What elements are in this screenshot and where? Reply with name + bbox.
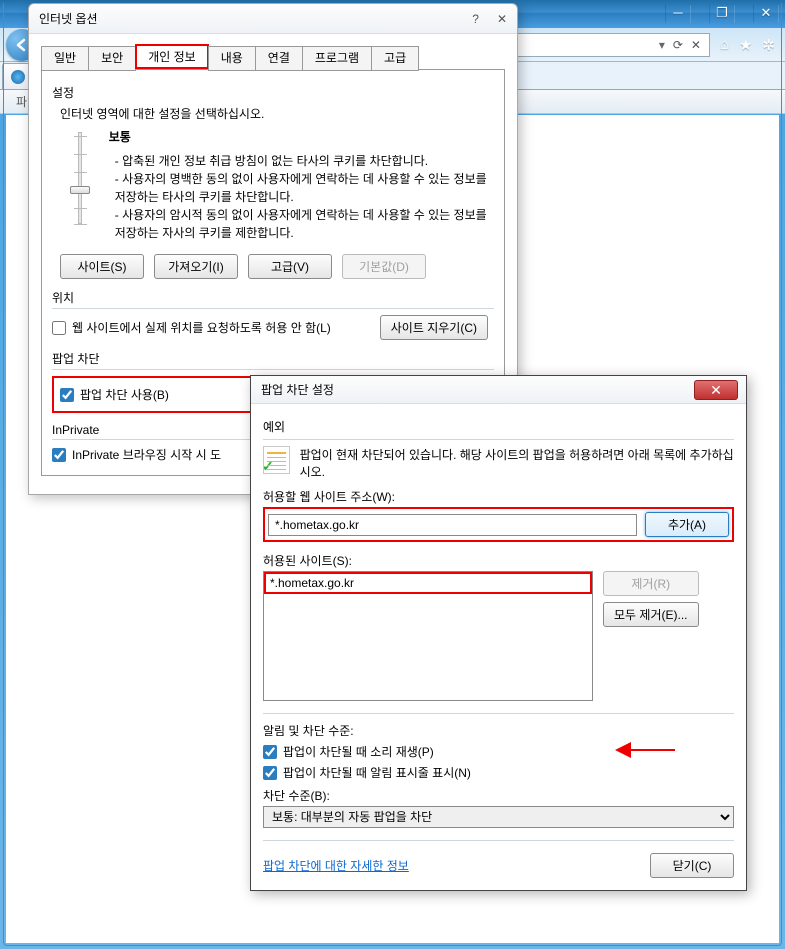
inprivate-checkbox-label: InPrivate 브라우징 시작 시 도 xyxy=(72,446,221,463)
import-button[interactable]: 가져오기(I) xyxy=(154,254,238,279)
location-checkbox[interactable] xyxy=(52,321,66,335)
exceptions-label: 예외 xyxy=(263,418,734,435)
exceptions-icon: ✓ xyxy=(263,446,290,474)
dialog-help-button[interactable]: ? xyxy=(472,12,479,26)
tools-icon[interactable]: ✲ xyxy=(762,36,775,54)
options-tabs: 일반 보안 개인 정보 내용 연결 프로그램 고급 xyxy=(41,44,505,69)
popup-blocker-checkbox-row[interactable]: 팝업 차단 사용(B) xyxy=(60,386,169,403)
exceptions-desc: 팝업이 현재 차단되어 있습니다. 해당 사이트의 팝업을 허용하려면 아래 목… xyxy=(300,446,734,480)
clear-sites-button[interactable]: 사이트 지우기(C) xyxy=(380,315,488,340)
allowed-sites-label: 허용된 사이트(S): xyxy=(263,552,734,569)
tab-advanced[interactable]: 고급 xyxy=(371,46,419,71)
favorites-icon[interactable]: ★ xyxy=(739,36,752,54)
block-level-select[interactable]: 보통: 대부분의 자동 팝업을 차단 xyxy=(263,806,734,828)
allowed-site-item[interactable]: *.hometax.go.kr xyxy=(264,572,592,594)
privacy-bullet: 사용자의 명백한 동의 없이 사용자에게 연락하는 데 사용할 수 있는 정보를… xyxy=(115,170,494,206)
window-minimize-button[interactable]: ─ xyxy=(665,5,691,23)
settings-label: 설정 xyxy=(52,84,494,101)
privacy-slider[interactable] xyxy=(68,128,93,228)
tab-programs[interactable]: 프로그램 xyxy=(302,46,372,71)
refresh-button[interactable]: ⟳ xyxy=(669,38,687,52)
privacy-level: 보통 xyxy=(109,130,131,144)
block-level-label: 차단 수준(B): xyxy=(263,787,734,804)
tab-connections[interactable]: 연결 xyxy=(255,46,303,71)
sites-button[interactable]: 사이트(S) xyxy=(60,254,144,279)
location-label: 위치 xyxy=(52,289,494,306)
bar-checkbox[interactable] xyxy=(263,766,277,780)
toolbar-icons: ⌂ ★ ✲ xyxy=(716,36,779,54)
dialog-title: 인터넷 옵션 xyxy=(39,10,98,27)
add-button[interactable]: 추가(A) xyxy=(645,512,729,537)
dialog-close-button[interactable]: ✕ xyxy=(497,12,507,26)
tab-privacy[interactable]: 개인 정보 xyxy=(135,44,209,69)
popup-blocker-checkbox[interactable] xyxy=(60,388,74,402)
popup-dialog-title: 팝업 차단 설정 xyxy=(261,381,334,398)
privacy-slider-row: 보통 압축된 개인 정보 취급 방침이 없는 타사의 쿠키를 차단합니다. 사용… xyxy=(52,128,494,242)
slider-text: 보통 압축된 개인 정보 취급 방침이 없는 타사의 쿠키를 차단합니다. 사용… xyxy=(109,128,494,242)
popup-dialog-titlebar: 팝업 차단 설정 ✕ xyxy=(251,376,746,404)
inprivate-checkbox[interactable] xyxy=(52,448,66,462)
tab-content[interactable]: 내용 xyxy=(208,46,256,71)
remove-button: 제거(R) xyxy=(603,571,699,596)
popup-blocker-checkbox-label: 팝업 차단 사용(B) xyxy=(80,386,169,403)
bar-checkbox-label: 팝업이 차단될 때 알림 표시줄 표시(N) xyxy=(283,764,471,781)
location-checkbox-row[interactable]: 웹 사이트에서 실제 위치를 요청하도록 허용 안 함(L) xyxy=(52,319,331,336)
address-dropdown[interactable]: ▾ xyxy=(655,38,669,52)
popup-label: 팝업 차단 xyxy=(52,350,494,367)
tab-security[interactable]: 보안 xyxy=(88,46,136,71)
allow-address-input[interactable] xyxy=(268,514,637,536)
location-checkbox-label: 웹 사이트에서 실제 위치를 요청하도록 허용 안 함(L) xyxy=(72,319,331,336)
home-icon[interactable]: ⌂ xyxy=(720,36,729,54)
allow-address-label: 허용할 웹 사이트 주소(W): xyxy=(263,488,734,505)
settings-desc: 인터넷 영역에 대한 설정을 선택하십시오. xyxy=(60,105,494,122)
window-close-button[interactable]: ✕ xyxy=(753,5,779,23)
sound-checkbox-label: 팝업이 차단될 때 소리 재생(P) xyxy=(283,743,434,760)
default-button: 기본값(D) xyxy=(342,254,426,279)
dialog-titlebar: 인터넷 옵션 ? ✕ xyxy=(29,4,517,34)
stop-button[interactable]: ✕ xyxy=(687,38,705,52)
bar-checkbox-row[interactable]: 팝업이 차단될 때 알림 표시줄 표시(N) xyxy=(263,764,734,781)
advanced-button[interactable]: 고급(V) xyxy=(248,254,332,279)
tab-general[interactable]: 일반 xyxy=(41,46,89,71)
window-maximize-button[interactable]: ❐ xyxy=(709,5,735,23)
more-info-link[interactable]: 팝업 차단에 대한 자세한 정보 xyxy=(263,857,409,874)
sound-checkbox[interactable] xyxy=(263,745,277,759)
close-dialog-button[interactable]: 닫기(C) xyxy=(650,853,734,878)
sound-checkbox-row[interactable]: 팝업이 차단될 때 소리 재생(P) xyxy=(263,743,734,760)
notification-label: 알림 및 차단 수준: xyxy=(263,722,734,739)
remove-all-button[interactable]: 모두 제거(E)... xyxy=(603,602,699,627)
popup-dialog-close-button[interactable]: ✕ xyxy=(694,380,738,400)
privacy-bullet: 사용자의 암시적 동의 없이 사용자에게 연락하는 데 사용할 수 있는 정보를… xyxy=(115,206,494,242)
popup-blocker-settings-dialog: 팝업 차단 설정 ✕ 예외 ✓ 팝업이 현재 차단되어 있습니다. 해당 사이트… xyxy=(250,375,747,891)
tab-favicon xyxy=(11,70,25,84)
privacy-bullet: 압축된 개인 정보 취급 방침이 없는 타사의 쿠키를 차단합니다. xyxy=(115,152,494,170)
allowed-sites-listbox[interactable]: *.hometax.go.kr xyxy=(263,571,593,701)
